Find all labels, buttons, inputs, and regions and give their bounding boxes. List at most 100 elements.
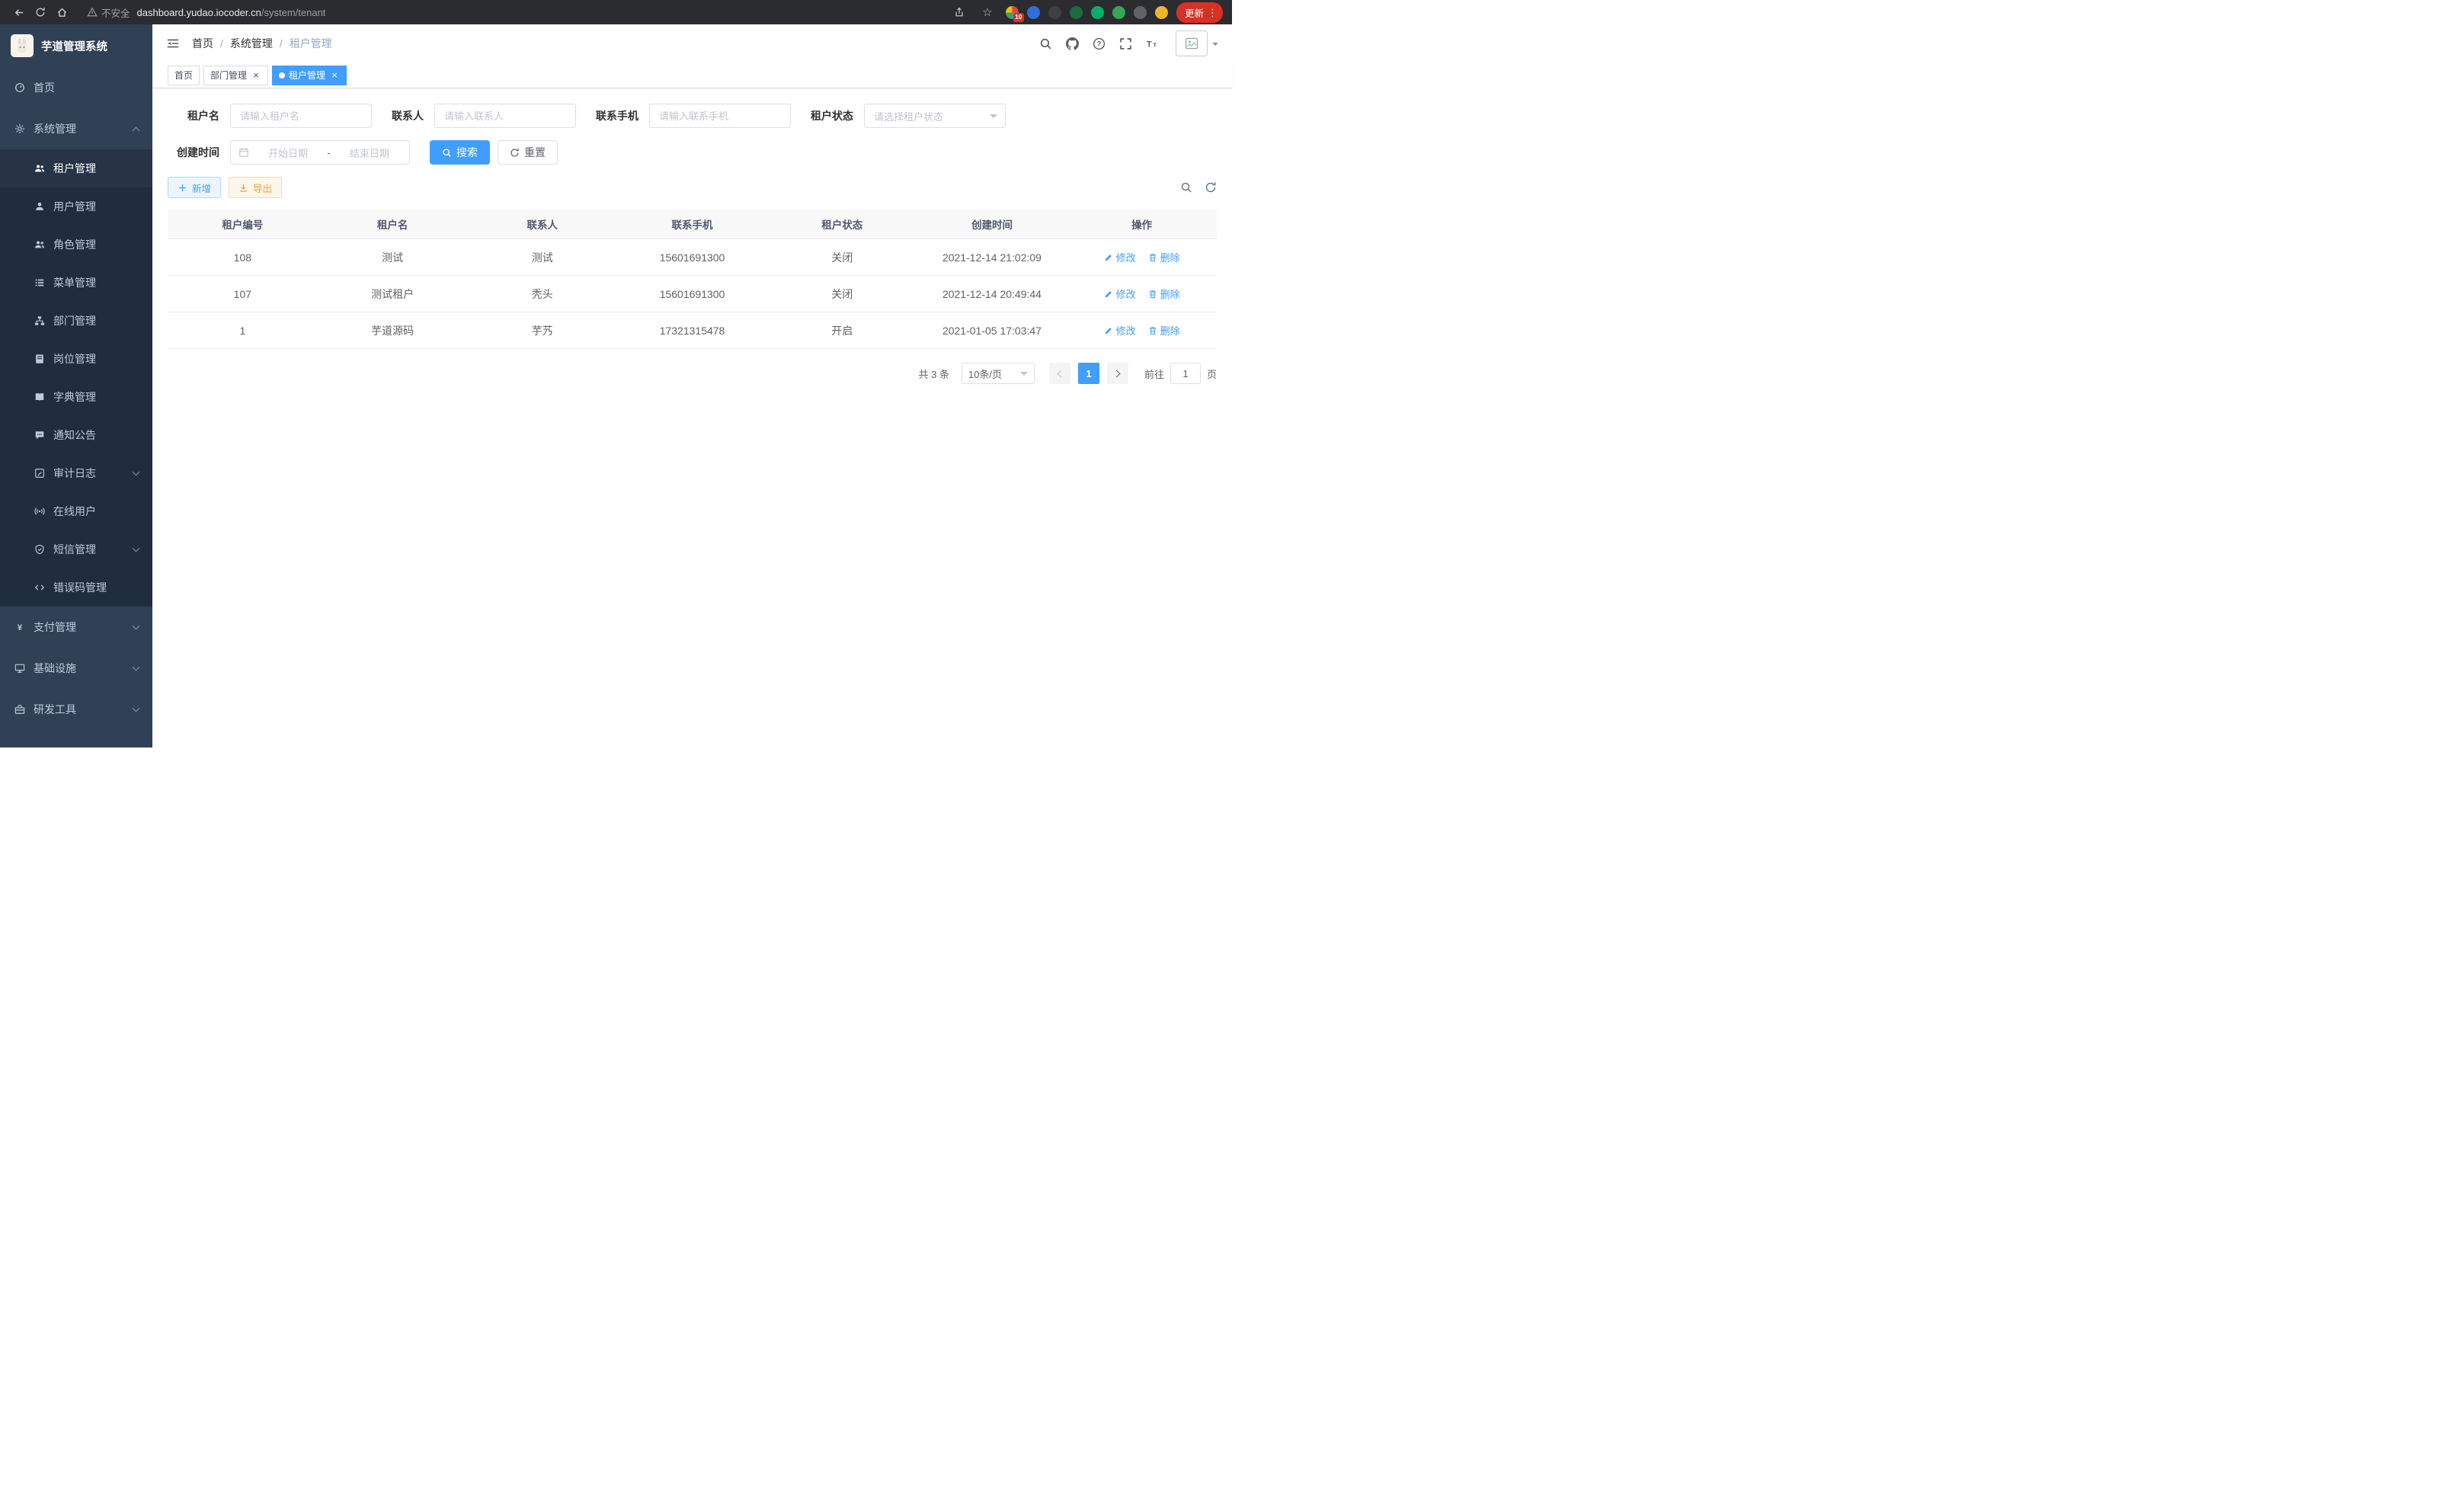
extension-icon[interactable] — [1155, 6, 1168, 19]
prev-page-button[interactable] — [1049, 363, 1070, 384]
sidebar-item[interactable]: 租户管理 — [0, 149, 152, 187]
cell-tenant-name: 测试 — [318, 250, 468, 265]
cell-phone: 15601691300 — [617, 288, 767, 300]
extension-icon[interactable]: 10 — [1006, 6, 1019, 19]
sidebar-item-icon — [14, 82, 25, 94]
home-icon[interactable] — [52, 2, 72, 22]
extension-icon[interactable] — [1091, 6, 1104, 19]
help-icon[interactable]: ? — [1093, 37, 1106, 50]
search-icon — [442, 148, 452, 158]
date-start-placeholder: 开始日期 — [256, 146, 320, 160]
add-button[interactable]: 新增 — [168, 177, 221, 198]
breadcrumb: 首页 / 系统管理 / 租户管理 — [192, 36, 332, 51]
pagination: 共 3 条 10条/页 1 前往 页 — [168, 363, 1217, 384]
extension-icon[interactable] — [1048, 6, 1061, 19]
address-bar[interactable]: 不安全 dashboard.yudao.iocoder.cn/system/te… — [87, 5, 939, 20]
sidebar-item[interactable]: 在线用户 — [0, 492, 152, 530]
sidebar-item[interactable]: 字典管理 — [0, 378, 152, 416]
close-icon[interactable]: × — [251, 70, 261, 81]
sidebar-item[interactable]: 用户管理 — [0, 187, 152, 226]
header-tools: ? TT — [1039, 30, 1218, 56]
share-icon[interactable] — [949, 2, 969, 22]
app-title: 芋道管理系统 — [41, 38, 107, 54]
hamburger-icon[interactable] — [166, 37, 180, 50]
edit-link[interactable]: 修改 — [1104, 250, 1136, 264]
extension-icon[interactable] — [1027, 6, 1040, 19]
tab[interactable]: 部门管理 × — [203, 66, 268, 85]
sidebar-item-label: 部门管理 — [53, 313, 96, 328]
column-header: 租户名 — [318, 216, 468, 232]
table-row: 107 测试租户 秃头 15601691300 关闭 2021-12-14 20… — [168, 276, 1217, 312]
search-button-label: 搜索 — [456, 145, 478, 160]
search-icon[interactable] — [1039, 37, 1052, 50]
edit-link[interactable]: 修改 — [1104, 287, 1136, 301]
chevron-icon — [133, 545, 140, 552]
sidebar-item-icon — [14, 123, 25, 135]
sidebar-item-icon — [34, 582, 45, 594]
breadcrumb-item[interactable]: 首页 — [192, 36, 213, 51]
extension-icon[interactable] — [1070, 6, 1083, 19]
sidebar-item[interactable]: ¥ 支付管理 — [0, 607, 152, 648]
contact-input[interactable] — [434, 104, 576, 128]
goto-label: 前往 — [1144, 367, 1164, 381]
sidebar-item[interactable]: 首页 — [0, 67, 152, 108]
security-label: 不安全 — [101, 5, 130, 20]
browser-update-button[interactable]: 更新 ⋮ — [1176, 2, 1223, 23]
user-menu[interactable] — [1176, 30, 1218, 56]
sidebar-item[interactable]: 岗位管理 — [0, 340, 152, 378]
page-number-button[interactable]: 1 — [1078, 363, 1099, 384]
sidebar-item[interactable]: 短信管理 — [0, 530, 152, 568]
date-end-placeholder: 结束日期 — [338, 146, 402, 160]
refresh-table-icon[interactable] — [1205, 181, 1217, 194]
date-range-picker[interactable]: 开始日期 - 结束日期 — [230, 140, 410, 165]
status-select[interactable]: 请选择租户状态 — [864, 104, 1006, 128]
security-indicator[interactable]: 不安全 — [87, 5, 130, 20]
delete-link[interactable]: 删除 — [1148, 250, 1180, 264]
tab[interactable]: 首页 — [168, 66, 200, 85]
sidebar-item[interactable]: 通知公告 — [0, 416, 152, 454]
filter-tenant-name: 租户名 — [168, 104, 372, 128]
sidebar-item[interactable]: 错误码管理 — [0, 568, 152, 607]
toggle-search-icon[interactable] — [1180, 181, 1192, 194]
sidebar-item-icon — [34, 392, 45, 403]
avatar[interactable] — [1176, 30, 1208, 56]
edit-link[interactable]: 修改 — [1104, 323, 1136, 338]
sidebar-item[interactable]: 菜单管理 — [0, 264, 152, 302]
table-header-row: 租户编号 租户名 联系人 联系手机 租户状态 创建时间 操作 — [168, 209, 1217, 239]
filter-create-time: 创建时间 开始日期 - 结束日期 — [168, 140, 410, 165]
tab[interactable]: 租户管理 × — [272, 66, 347, 85]
phone-input[interactable] — [649, 104, 791, 128]
extension-icon[interactable] — [1134, 6, 1147, 19]
export-button[interactable]: 导出 — [229, 177, 282, 198]
goto-page-input[interactable] — [1170, 363, 1201, 384]
next-page-button[interactable] — [1107, 363, 1128, 384]
back-icon[interactable] — [9, 2, 29, 22]
bookmark-star-icon[interactable]: ☆ — [978, 2, 997, 22]
font-size-icon[interactable]: TT — [1146, 37, 1159, 50]
caret-down-icon — [1212, 43, 1218, 49]
github-icon[interactable] — [1066, 37, 1079, 50]
refresh-icon — [510, 148, 520, 158]
delete-link[interactable]: 删除 — [1148, 287, 1180, 301]
sidebar-item[interactable]: 角色管理 — [0, 226, 152, 264]
close-icon[interactable]: × — [329, 70, 340, 81]
sidebar-item-label: 支付管理 — [34, 619, 76, 635]
cell-contact: 秃头 — [467, 287, 617, 302]
sidebar-item[interactable]: 审计日志 — [0, 454, 152, 492]
tenant-name-input[interactable] — [230, 104, 372, 128]
sidebar-item[interactable]: 研发工具 — [0, 689, 152, 730]
extension-icon[interactable] — [1112, 6, 1125, 19]
page-size-select[interactable]: 10条/页 — [962, 363, 1035, 384]
search-button[interactable]: 搜索 — [430, 140, 490, 165]
sidebar-item[interactable]: 系统管理 — [0, 108, 152, 149]
sidebar-item[interactable]: 部门管理 — [0, 302, 152, 340]
fullscreen-icon[interactable] — [1119, 37, 1132, 50]
sidebar-item[interactable]: 基础设施 — [0, 648, 152, 689]
breadcrumb-item[interactable]: 系统管理 — [230, 36, 273, 51]
reset-button[interactable]: 重置 — [498, 140, 558, 165]
browser-menu-icon[interactable]: ⋮ — [1208, 8, 1218, 18]
sidebar-item-label: 首页 — [34, 80, 55, 95]
tags-view: 首页 部门管理 × 租户管理 × — [152, 62, 1232, 88]
delete-link[interactable]: 删除 — [1148, 323, 1180, 338]
reload-icon[interactable] — [30, 2, 50, 22]
